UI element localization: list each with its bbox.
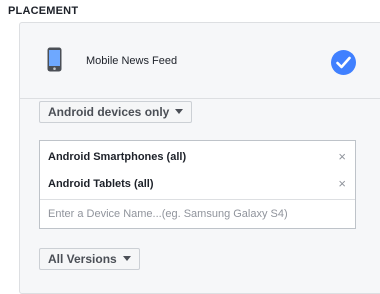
device-filter-dropdown[interactable]: Android devices only [39,101,193,123]
device-item-android-smartphones: Android Smartphones (all) [48,151,187,163]
remove-device-icon[interactable]: × [338,150,346,163]
device-filter-label: Android devices only [48,105,170,119]
dropdown-caret-icon [122,256,131,262]
versions-label: All Versions [48,252,117,266]
device-item-android-tablets: Android Tablets (all) [48,178,154,190]
placement-panel: Mobile News Feed Android devices only An… [19,22,380,294]
dropdown-caret-icon [175,109,184,115]
selected-check-icon[interactable] [331,50,356,75]
device-selector: Android Smartphones (all) × Android Tabl… [39,140,356,229]
section-title: PLACEMENT [8,5,79,17]
device-name-input[interactable] [40,200,355,228]
placement-label: Mobile News Feed [86,55,178,67]
remove-device-icon[interactable]: × [338,177,346,190]
mobile-phone-icon [47,47,62,72]
placement-option-mobile-news-feed[interactable]: Mobile News Feed [20,23,380,99]
versions-dropdown[interactable]: All Versions [39,248,140,270]
